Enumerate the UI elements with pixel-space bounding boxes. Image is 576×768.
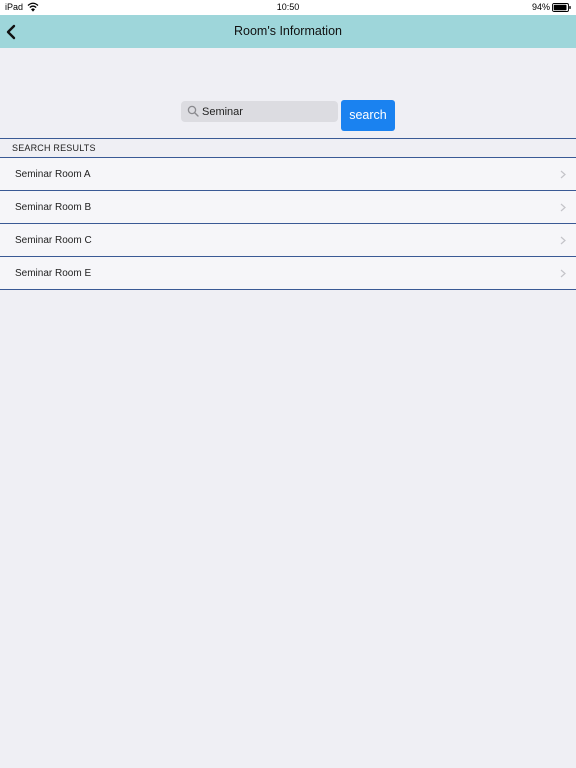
search-icon	[187, 105, 199, 117]
search-results-list: Seminar Room A Seminar Room B Seminar Ro…	[0, 158, 576, 290]
navigation-bar: Room's Information	[0, 15, 576, 48]
chevron-right-icon	[560, 203, 566, 212]
search-button[interactable]: search	[341, 100, 395, 131]
list-item[interactable]: Seminar Room B	[0, 191, 576, 224]
search-results-header: SEARCH RESULTS	[0, 138, 576, 158]
list-item-label: Seminar Room B	[15, 202, 92, 213]
chevron-right-icon	[560, 269, 566, 278]
battery-icon	[552, 3, 571, 12]
list-item-label: Seminar Room C	[15, 235, 92, 246]
battery-percent: 94%	[531, 2, 550, 12]
status-time: 10:50	[276, 2, 300, 12]
search-input[interactable]	[202, 101, 334, 122]
status-bar: iPad 10:50 94%	[0, 0, 576, 15]
list-item-label: Seminar Room A	[15, 169, 91, 180]
list-item[interactable]: Seminar Room E	[0, 257, 576, 290]
page-title: Room's Information	[234, 24, 342, 38]
chevron-right-icon	[560, 236, 566, 245]
list-item[interactable]: Seminar Room A	[0, 158, 576, 191]
list-item-label: Seminar Room E	[15, 268, 92, 279]
chevron-right-icon	[560, 170, 566, 179]
list-item[interactable]: Seminar Room C	[0, 224, 576, 257]
search-field[interactable]	[181, 101, 338, 122]
